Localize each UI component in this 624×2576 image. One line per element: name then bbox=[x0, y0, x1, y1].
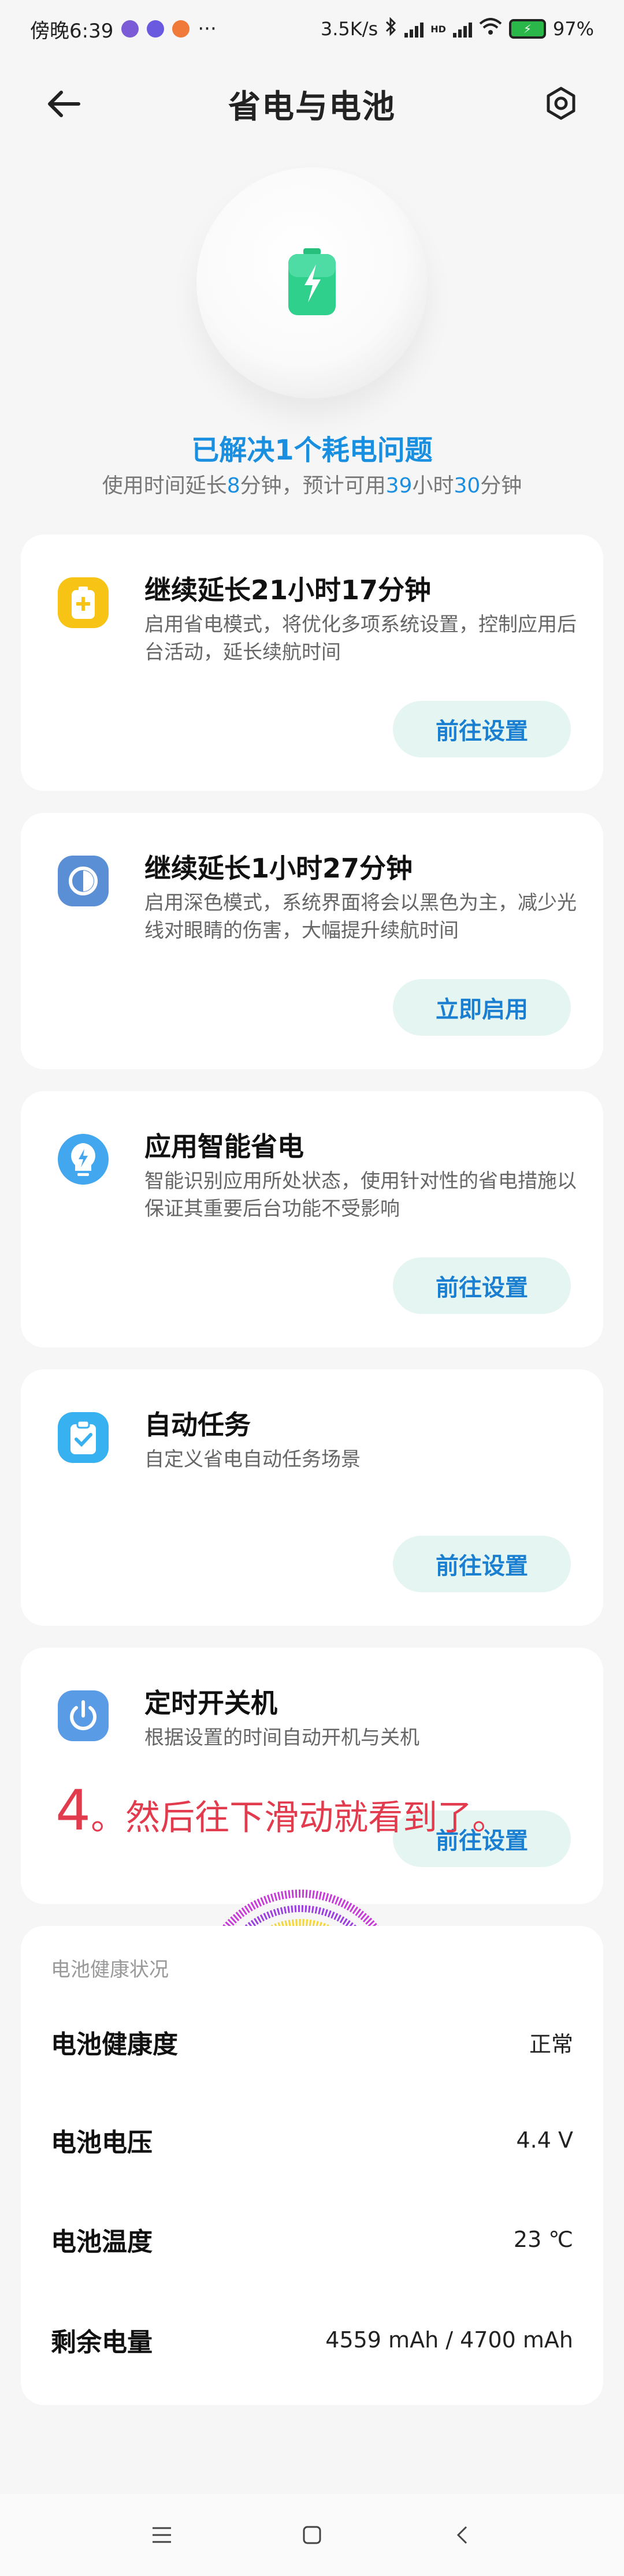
go-settings-button[interactable]: 前往设置 bbox=[393, 1536, 571, 1592]
card-description: 自定义省电自动任务场景 bbox=[144, 1448, 361, 1471]
card-description: 智能识别应用所处状态，使用针对性的省电措施以保证其重要后台功能不受影响 bbox=[144, 1170, 577, 1220]
battery-voltage-row: 电池电压 4.4 V bbox=[51, 2127, 573, 2157]
smart-saver-card: 应用智能省电 智能识别应用所处状态，使用针对性的省电措施以保证其重要后台功能不受… bbox=[21, 1091, 603, 1347]
card-description: 根据设置的时间自动开机与关机 bbox=[144, 1726, 419, 1749]
header: 省电与电池 bbox=[0, 69, 624, 139]
card-title: 自动任务 bbox=[144, 1409, 251, 1440]
user-annotation: 4。然后往下滑动就看到了。 bbox=[55, 1778, 507, 1843]
battery-saver-icon bbox=[58, 577, 109, 628]
card-description: 启用省电模式，将优化多项系统设置，控制应用后台活动，延长续航时间 bbox=[144, 613, 577, 664]
bluetooth-icon bbox=[385, 17, 398, 41]
auto-task-icon bbox=[58, 1412, 109, 1463]
page-title: 省电与电池 bbox=[228, 88, 396, 126]
enable-now-button[interactable]: 立即启用 bbox=[393, 979, 571, 1036]
wifi-icon bbox=[479, 18, 502, 40]
dark-mode-icon bbox=[58, 856, 109, 906]
back-chevron-icon[interactable] bbox=[445, 2518, 480, 2552]
charging-battery-icon bbox=[286, 247, 338, 319]
gear-icon[interactable] bbox=[544, 87, 578, 120]
app-notification-icon bbox=[121, 20, 139, 38]
go-settings-button[interactable]: 前往设置 bbox=[393, 1257, 571, 1314]
network-speed: 3.5K/s bbox=[320, 18, 378, 40]
annotation-text: 。然后往下滑动就看到了。 bbox=[91, 1798, 507, 1838]
usage-extension-text: 使用时间延长8分钟，预计可用39小时30分钟 bbox=[102, 474, 522, 498]
smart-saver-icon bbox=[58, 1134, 109, 1185]
solved-issues-text: 已解决1个耗电问题 bbox=[191, 434, 433, 466]
card-title: 应用智能省电 bbox=[144, 1131, 304, 1162]
battery-status-orb bbox=[196, 167, 428, 398]
card-title: 继续延长1小时27分钟 bbox=[144, 853, 413, 884]
section-title: 电池健康状况 bbox=[51, 1958, 169, 1981]
menu-icon[interactable] bbox=[144, 2518, 179, 2552]
navigation-bar bbox=[0, 2494, 624, 2576]
battery-saver-card: 继续延长21小时17分钟 启用省电模式，将优化多项系统设置，控制应用后台活动，延… bbox=[21, 535, 603, 791]
battery-health-card: 电池健康状况 电池健康度 正常 电池电压 4.4 V 电池温度 23 ℃ 剩余电… bbox=[21, 1926, 603, 2405]
battery-temperature-row: 电池温度 23 ℃ bbox=[51, 2227, 573, 2257]
card-title: 定时开关机 bbox=[144, 1688, 277, 1719]
battery-percent: 97% bbox=[552, 18, 594, 40]
card-title: 继续延长21小时17分钟 bbox=[144, 574, 432, 606]
card-description: 启用深色模式，系统界面将会以黑色为主，减少光线对眼睛的伤害，大幅提升续航时间 bbox=[144, 891, 577, 942]
clock: 傍晚6:39 bbox=[30, 19, 114, 43]
more-notifications-icon: ··· bbox=[198, 17, 217, 40]
app-notification-icon bbox=[172, 20, 190, 38]
battery-health-row: 电池健康度 正常 bbox=[51, 2030, 573, 2059]
remaining-capacity-row: 剩余电量 4559 mAh / 4700 mAh bbox=[51, 2327, 573, 2357]
dark-mode-card: 继续延长1小时27分钟 启用深色模式，系统界面将会以黑色为主，减少光线对眼睛的伤… bbox=[21, 813, 603, 1069]
signal-icon bbox=[452, 20, 472, 38]
hd-badge: HD bbox=[430, 23, 446, 35]
home-icon[interactable] bbox=[295, 2518, 329, 2552]
annotation-number: 4 bbox=[55, 1778, 91, 1843]
go-settings-button[interactable]: 前往设置 bbox=[393, 701, 571, 757]
back-arrow-icon[interactable] bbox=[46, 89, 81, 119]
status-bar: 傍晚6:39 ··· 3.5K/s HD ⚡ 97% bbox=[0, 0, 624, 58]
power-schedule-icon bbox=[58, 1690, 109, 1741]
auto-task-card: 自动任务 自定义省电自动任务场景 前往设置 bbox=[21, 1369, 603, 1626]
signal-icon bbox=[404, 20, 424, 38]
battery-icon: ⚡ bbox=[508, 19, 546, 39]
app-notification-icon bbox=[147, 20, 165, 38]
